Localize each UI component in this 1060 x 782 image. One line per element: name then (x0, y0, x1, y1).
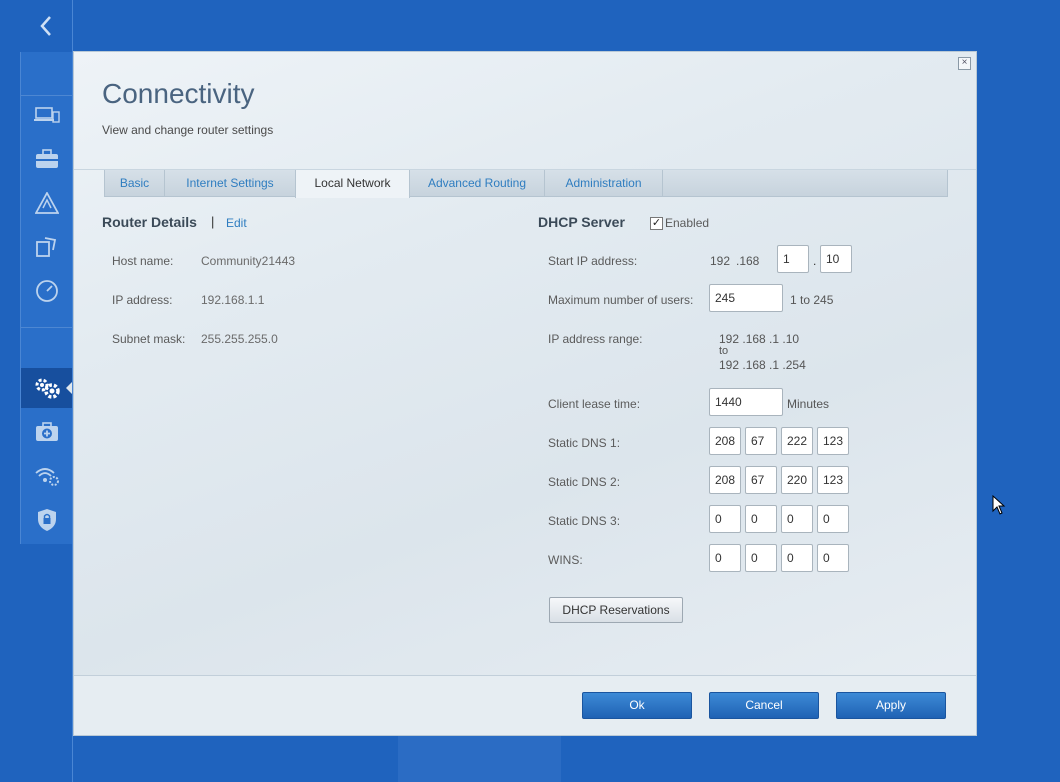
connectivity-dialog: × Connectivity View and change router se… (73, 51, 977, 736)
dns1-octet-input[interactable] (817, 427, 849, 455)
wins-label: WINS: (548, 553, 583, 567)
speedometer-icon (36, 280, 58, 302)
tab-local-network[interactable]: Local Network (295, 170, 410, 198)
tab-internet-settings[interactable]: Internet Settings (165, 170, 296, 197)
start-ip-label: Start IP address: (548, 254, 638, 268)
nav-devices[interactable] (21, 95, 73, 135)
tab-advanced-routing[interactable]: Advanced Routing (410, 170, 545, 197)
max-users-input[interactable] (709, 284, 783, 312)
ok-button[interactable]: Ok (582, 692, 692, 719)
max-users-label: Maximum number of users: (548, 293, 694, 307)
ip-range-to: to (719, 345, 729, 357)
dns2-octet-input[interactable] (781, 466, 813, 494)
subnet-mask-value: 255.255.255.0 (201, 332, 278, 346)
dns1-octet-input[interactable] (781, 427, 813, 455)
dns2-octet-input[interactable] (709, 466, 741, 494)
dhcp-enabled-label: Enabled (665, 216, 710, 230)
subnet-mask-label: Subnet mask: (112, 332, 186, 346)
dhcp-server-title: DHCP Server (538, 214, 625, 230)
nav-speed[interactable] (21, 271, 73, 311)
max-users-range: 1 to 245 (790, 293, 834, 307)
page-subtitle: View and change router settings (102, 123, 274, 137)
ip-address-value: 192.168.1.1 (201, 293, 265, 307)
wins-octet-input[interactable] (817, 544, 849, 572)
rail-divider (21, 327, 73, 328)
ip-dot: . (813, 254, 817, 268)
wins-octet-input[interactable] (745, 544, 777, 572)
devices-icon (34, 107, 60, 123)
lease-time-input[interactable] (709, 388, 783, 416)
dns3-octet-input[interactable] (709, 505, 741, 533)
tab-basic[interactable]: Basic (105, 170, 165, 197)
dhcp-enabled-checkbox[interactable]: ✓ (650, 217, 663, 230)
cancel-button[interactable]: Cancel (709, 692, 819, 719)
ip-range-start: 192 .168 .1 .10 (719, 332, 800, 346)
lease-time-unit: Minutes (787, 397, 830, 411)
dns3-octet-input[interactable] (745, 505, 777, 533)
start-ip-octet4-input[interactable] (820, 245, 852, 273)
wins-octet-input[interactable] (781, 544, 813, 572)
back-button[interactable] (20, 0, 72, 52)
wins-octet-input[interactable] (709, 544, 741, 572)
title-separator: | (211, 214, 215, 229)
tab-bar: Basic Internet Settings Local Network Ad… (104, 170, 948, 198)
start-ip-octet2: .168 (736, 254, 760, 268)
toolbox-icon (36, 149, 58, 168)
dns2-octet-input[interactable] (745, 466, 777, 494)
alert-icon (35, 192, 59, 214)
dns3-octet-input[interactable] (817, 505, 849, 533)
settings-gears-icon (35, 378, 60, 399)
host-name-label: Host name: (112, 254, 174, 268)
security-shield-icon (38, 509, 56, 531)
nav-connectivity[interactable] (21, 368, 74, 408)
ip-range-end: 192 .168 .1 .254 (719, 358, 806, 372)
mouse-cursor-icon (992, 495, 1006, 515)
ip-address-label: IP address: (112, 293, 173, 307)
start-ip-octet1: 192 (710, 254, 731, 268)
dns1-octet-input[interactable] (709, 427, 741, 455)
nav-parental[interactable] (21, 227, 73, 267)
nav-troubleshooting[interactable] (21, 412, 73, 452)
left-nav-rail (20, 52, 74, 544)
dns3-label: Static DNS 3: (548, 514, 621, 528)
medical-kit-icon (36, 422, 58, 441)
dns2-octet-input[interactable] (817, 466, 849, 494)
apply-button[interactable]: Apply (836, 692, 946, 719)
page-title: Connectivity (102, 78, 255, 109)
dns3-octet-input[interactable] (781, 505, 813, 533)
close-button[interactable]: × (958, 57, 971, 70)
dns1-label: Static DNS 1: (548, 436, 621, 450)
parental-icon (36, 237, 57, 257)
dns1-octet-input[interactable] (745, 427, 777, 455)
nav-toolbox[interactable] (21, 139, 73, 179)
router-details-title: Router Details (102, 214, 197, 230)
dhcp-reservations-button[interactable]: DHCP Reservations (549, 597, 683, 623)
host-name-value: Community21443 (201, 254, 296, 268)
lease-time-label: Client lease time: (548, 397, 641, 411)
nav-alerts[interactable] (21, 183, 73, 223)
start-ip-octet3-input[interactable] (777, 245, 809, 273)
dns2-label: Static DNS 2: (548, 475, 621, 489)
chevron-left-icon (40, 16, 51, 36)
nav-wireless[interactable] (21, 456, 73, 496)
wireless-settings-icon (35, 468, 59, 486)
tab-administration[interactable]: Administration (545, 170, 663, 197)
background-panel (398, 736, 561, 782)
close-icon: × (961, 57, 968, 68)
ip-range-label: IP address range: (548, 332, 643, 346)
nav-security[interactable] (21, 500, 73, 540)
edit-link[interactable]: Edit (226, 216, 247, 230)
